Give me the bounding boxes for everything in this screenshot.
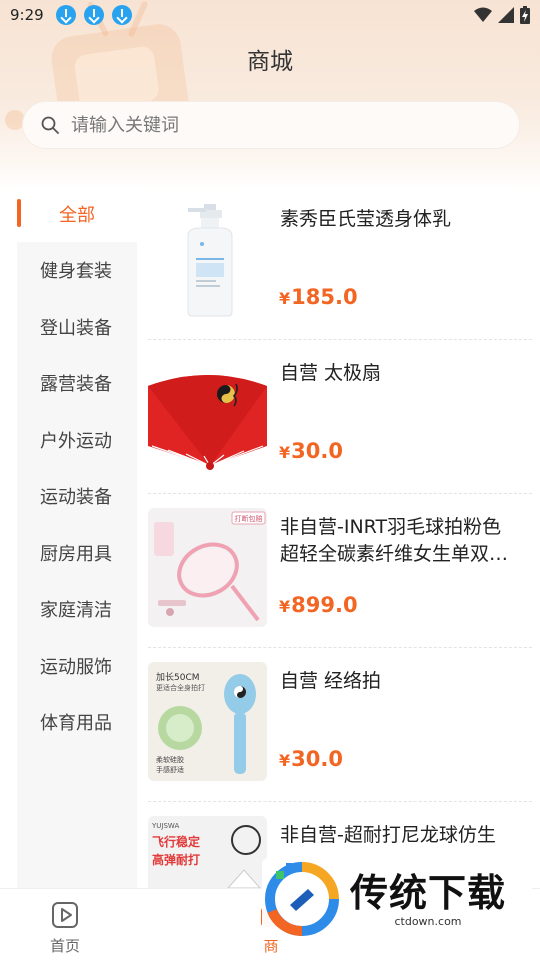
nav-home-label: 首页 [49, 937, 80, 955]
category-item-sporting-goods[interactable]: 体育用品 [17, 694, 137, 750]
currency-symbol: ¥ [279, 443, 291, 462]
battery-icon [520, 6, 530, 24]
currency-symbol: ¥ [279, 751, 291, 770]
status-bar: 9:29 [0, 0, 540, 30]
image-brand-text: YUJSWA [151, 822, 179, 830]
category-label: 体育用品 [40, 713, 112, 734]
product-price: ¥185.0 [279, 285, 358, 309]
product-image-taichi-fan[interactable] [148, 354, 267, 473]
category-item-climbing-gear[interactable]: 登山装备 [17, 299, 137, 355]
site-logo-icon [265, 862, 339, 937]
download-notification-icon [55, 5, 76, 25]
category-item-fitness-sets[interactable]: 健身套装 [17, 242, 137, 298]
download-notification-icon [83, 5, 104, 25]
download-notification-icon [111, 5, 132, 25]
category-item-kitchenware[interactable]: 厨房用具 [17, 525, 137, 581]
category-label: 健身套装 [40, 261, 112, 282]
price-value: 185.0 [291, 285, 358, 309]
currency-symbol: ¥ [279, 289, 291, 308]
active-category-indicator [17, 199, 21, 227]
category-item-outdoor-sports[interactable]: 户外运动 [17, 412, 137, 468]
product-price: ¥899.0 [279, 593, 358, 617]
product-name: 非自营-超耐打尼龙球仿生 [280, 824, 496, 846]
product-price: ¥30.0 [279, 747, 343, 771]
price-value: 30.0 [291, 747, 343, 771]
category-label: 全部 [59, 205, 95, 226]
category-item-camping-gear[interactable]: 露营装备 [17, 355, 137, 411]
product-card[interactable]: 自营 太极扇 ¥30.0 [148, 340, 532, 494]
search-icon [41, 116, 59, 134]
category-label: 厨房用具 [40, 544, 112, 565]
product-card[interactable]: 素秀臣氏莹透身体乳 ¥185.0 [148, 186, 532, 340]
category-label: 登山装备 [40, 318, 112, 339]
product-name: 自营 经络拍 [280, 670, 382, 692]
category-sidebar: 全部 健身套装 登山装备 露营装备 户外运动 运动装备 厨房用具 家庭清洁 运动… [17, 186, 137, 890]
product-price: ¥30.0 [279, 439, 343, 463]
product-card[interactable]: 加长50CM 更适合全身拍打 柔软硅胶 手感舒适 自营 经络拍 ¥30.0 [148, 648, 532, 802]
category-label: 户外运动 [40, 431, 112, 452]
category-item-sports-gear[interactable]: 运动装备 [17, 468, 137, 524]
category-label: 家庭清洁 [40, 600, 112, 621]
currency-symbol: ¥ [279, 597, 291, 616]
watermark-title: 传统下载 [350, 870, 507, 915]
search-input[interactable] [71, 114, 471, 136]
price-value: 30.0 [291, 439, 343, 463]
image-caption-text: 柔软硅胶 [156, 755, 184, 764]
price-value: 899.0 [291, 593, 358, 617]
nav-home-tab[interactable]: 首页 [33, 901, 97, 956]
status-time: 9:29 [10, 6, 44, 24]
page-title: 商城 [247, 49, 293, 75]
image-caption-text: 手感舒适 [156, 765, 184, 774]
category-label: 露营装备 [40, 374, 112, 395]
product-image-badminton-racket[interactable]: 打断包赔 [148, 508, 267, 627]
product-image-meridian-paddle[interactable]: 加长50CM 更适合全身拍打 柔软硅胶 手感舒适 [148, 662, 267, 781]
product-card[interactable]: 打断包赔 非自营-INRT羽毛球拍粉色超轻全碳素纤维女生单双… ¥899.0 [148, 494, 532, 648]
product-name: 自营 太极扇 [280, 362, 382, 384]
image-slogan-text: 高弹耐打 [152, 852, 200, 867]
watermark-url: ctdown.com [394, 914, 462, 928]
category-item-home-cleaning[interactable]: 家庭清洁 [17, 581, 137, 637]
category-label: 运动服饰 [40, 657, 112, 678]
category-label: 运动装备 [40, 487, 112, 508]
cellular-signal-icon [498, 7, 514, 23]
image-caption-text: 更适合全身拍打 [156, 683, 205, 692]
category-item-all[interactable]: 全部 [17, 186, 137, 242]
product-image-lotion[interactable] [148, 200, 267, 319]
image-caption-text: 加长50CM [156, 671, 200, 683]
product-name: 非自营-INRT羽毛球拍粉色超轻全碳素纤维女生单双… [280, 516, 509, 565]
image-badge-text: 打断包赔 [235, 514, 263, 523]
play-video-icon [52, 902, 78, 928]
image-slogan-text: 飞行稳定 [152, 834, 200, 849]
category-item-sportswear[interactable]: 运动服饰 [17, 638, 137, 694]
product-name: 素秀臣氏莹透身体乳 [280, 208, 452, 230]
wifi-icon [474, 7, 492, 22]
watermark-overlay: 传统下载 ctdown.com [262, 858, 532, 940]
search-bar[interactable] [22, 101, 520, 149]
